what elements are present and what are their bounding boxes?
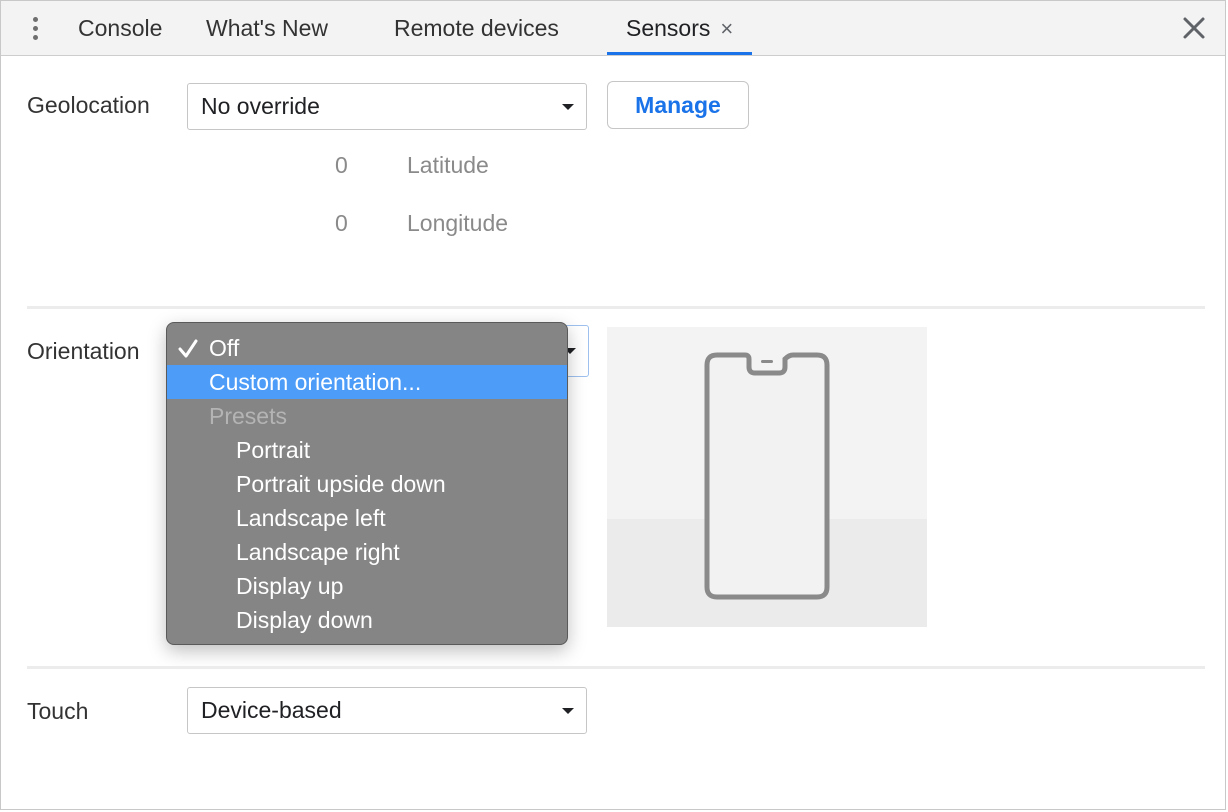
menu-item-portrait[interactable]: Portrait (167, 433, 567, 467)
drawer-tab-bar: Console What's New Remote devices Sensor… (1, 1, 1225, 56)
menu-item-landscape-right[interactable]: Landscape right (167, 535, 567, 569)
menu-item-display-down-label: Display down (236, 607, 373, 633)
tab-remote-devices[interactable]: Remote devices (394, 1, 559, 55)
orientation-label: Orientation (27, 338, 140, 364)
menu-item-custom-orientation-label: Custom orientation... (209, 369, 422, 395)
menu-item-portrait-upside-down[interactable]: Portrait upside down (167, 467, 567, 501)
menu-item-off[interactable]: Off (167, 331, 567, 365)
tab-remote-devices-label: Remote devices (394, 15, 559, 41)
tab-console[interactable]: Console (78, 1, 162, 55)
longitude-input[interactable]: 0 (335, 210, 348, 237)
close-tab-icon[interactable]: × (720, 1, 733, 56)
touch-select[interactable]: Device-based (187, 687, 587, 734)
tab-sensors[interactable]: Sensors × (607, 1, 753, 56)
section-divider (27, 306, 1205, 309)
chevron-down-icon (562, 104, 574, 110)
chevron-down-icon (562, 708, 574, 714)
orientation-preview[interactable] (607, 327, 927, 627)
menu-item-portrait-label: Portrait (236, 437, 311, 463)
menu-item-custom-orientation[interactable]: Custom orientation... (167, 365, 567, 399)
geolocation-selected-value: No override (201, 93, 320, 119)
menu-group-presets: Presets (167, 399, 567, 433)
menu-item-portrait-upside-down-label: Portrait upside down (236, 471, 446, 497)
latitude-input[interactable]: 0 (335, 152, 348, 179)
more-tabs-kebab-icon[interactable] (27, 15, 45, 43)
menu-item-display-up[interactable]: Display up (167, 569, 567, 603)
close-drawer-icon[interactable] (1179, 13, 1209, 43)
geolocation-select[interactable]: No override (187, 83, 587, 130)
geolocation-label: Geolocation (27, 92, 150, 118)
menu-group-presets-label: Presets (209, 403, 287, 429)
menu-item-display-up-label: Display up (236, 573, 344, 599)
tab-sensors-label: Sensors (626, 15, 711, 41)
manage-locations-button[interactable]: Manage (607, 81, 749, 129)
orientation-dropdown-menu: Off Custom orientation... Presets Portra… (166, 322, 568, 645)
touch-label: Touch (27, 698, 89, 724)
section-divider (27, 666, 1205, 669)
menu-item-landscape-right-label: Landscape right (236, 539, 400, 565)
devtools-drawer: Console What's New Remote devices Sensor… (0, 0, 1226, 810)
touch-selected-value: Device-based (201, 697, 342, 723)
tab-whats-new[interactable]: What's New (206, 1, 328, 55)
tab-console-label: Console (78, 15, 163, 41)
menu-item-display-down[interactable]: Display down (167, 603, 567, 637)
phone-icon (704, 352, 830, 600)
latitude-label: Latitude (407, 152, 489, 178)
menu-item-landscape-left-label: Landscape left (236, 505, 386, 531)
longitude-label: Longitude (407, 210, 509, 236)
checkmark-icon (178, 339, 198, 358)
tab-whats-new-label: What's New (206, 15, 328, 41)
menu-item-landscape-left[interactable]: Landscape left (167, 501, 567, 535)
menu-item-off-label: Off (209, 335, 240, 361)
